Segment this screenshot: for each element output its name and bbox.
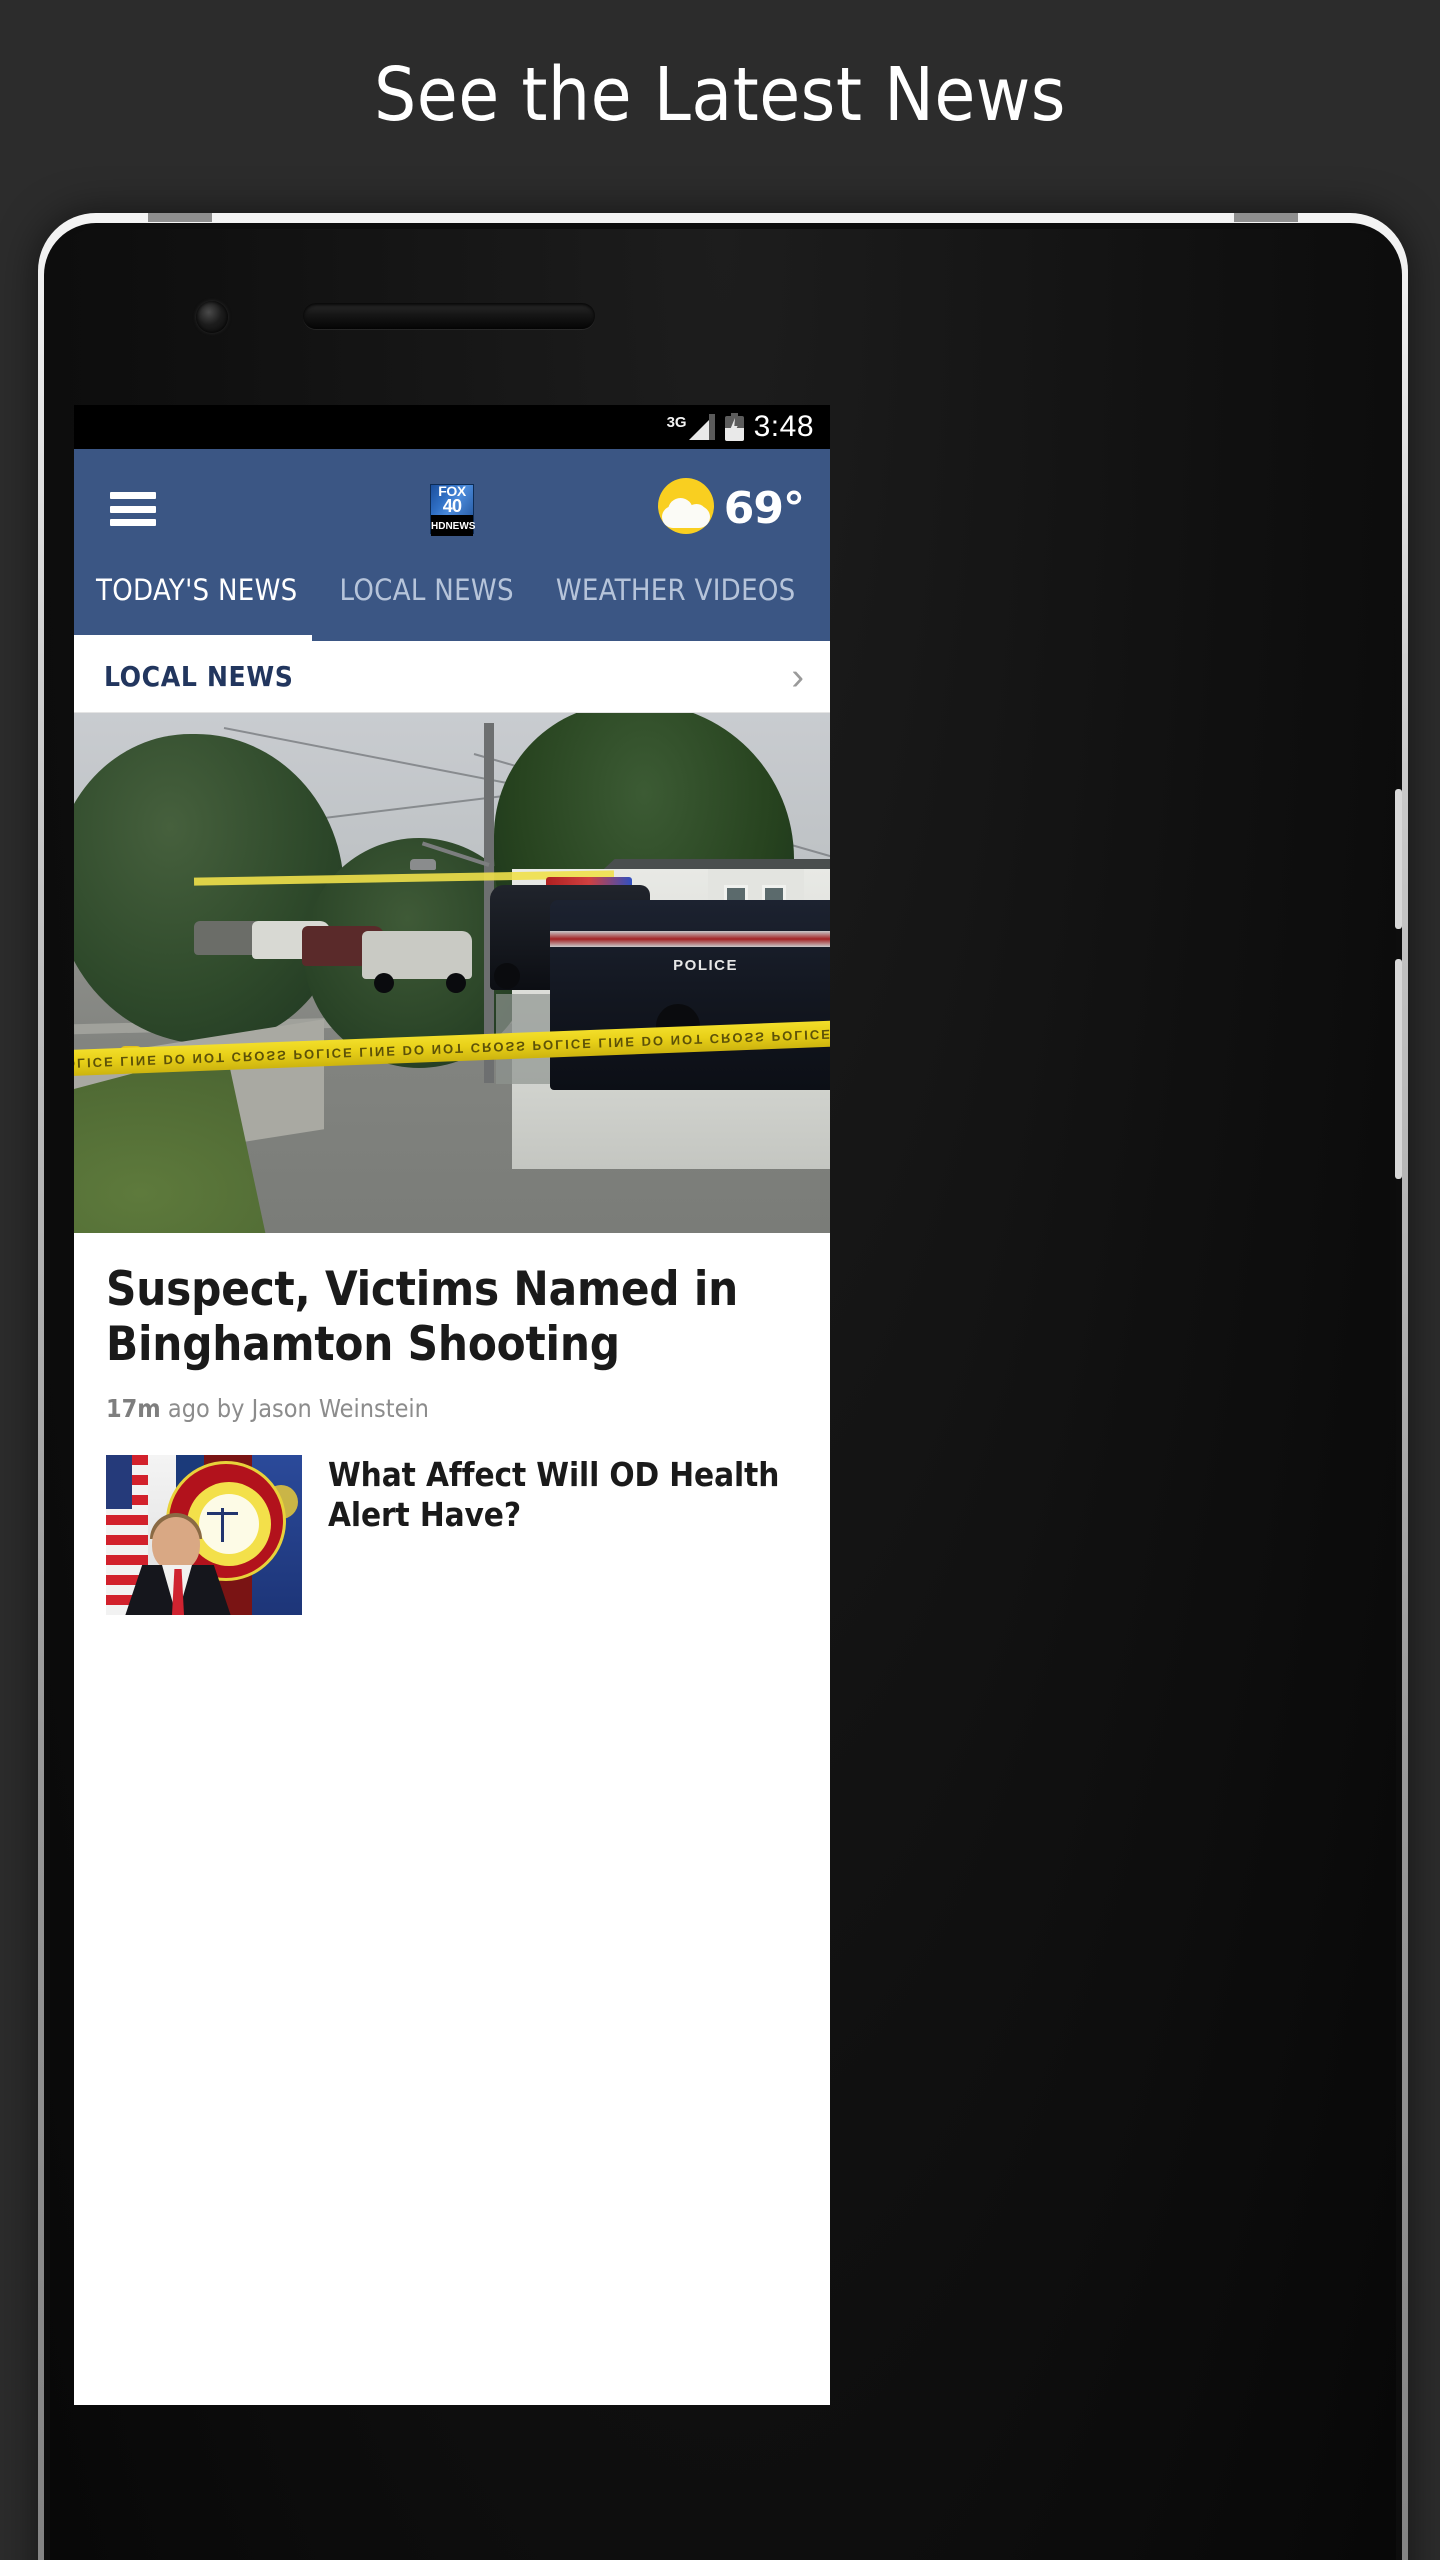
photo-van-stripe <box>550 931 830 948</box>
tab-bar[interactable]: TODAY'S NEWS LOCAL NEWS WEATHER VIDEOS N… <box>74 569 830 641</box>
hamburger-menu-icon[interactable] <box>110 492 156 526</box>
article-ago-word: ago by <box>167 1394 245 1424</box>
phone-screen: 3G 3:48 FOX 40 HDNEWS 69° TODAY'S NEWS L… <box>74 405 830 2405</box>
chevron-right-icon[interactable]: › <box>791 658 804 696</box>
photo-car-wheel <box>374 973 394 993</box>
featured-article-title: Suspect, Victims Named in Binghamton Sho… <box>106 1262 739 1372</box>
section-header-local-news[interactable]: LOCAL NEWS › <box>74 641 830 713</box>
featured-article-image[interactable]: POLICE POLICE LINE DO NOT CROSS POLICE L… <box>74 713 830 1233</box>
tab-local-news[interactable]: LOCAL NEWS <box>340 569 542 641</box>
section-title: LOCAL NEWS <box>104 660 294 693</box>
app-header: FOX 40 HDNEWS 69° <box>74 449 830 569</box>
photo-streetlamp <box>410 859 436 870</box>
network-type-label: 3G <box>666 414 687 431</box>
article-thumbnail <box>106 1455 302 1616</box>
sun-behind-cloud-icon <box>657 478 720 540</box>
featured-article[interactable]: Suspect, Victims Named in Binghamton Sho… <box>74 1233 830 1424</box>
battery-charging-icon <box>724 413 744 441</box>
article-author: Jason Weinstein <box>251 1394 429 1424</box>
photo-car-wheel <box>446 973 466 993</box>
phone-side-button-volume-down[interactable] <box>1395 959 1402 1179</box>
photo-cruiser-wheel <box>494 962 520 989</box>
phone-front-glass: 3G 3:48 FOX 40 HDNEWS 69° TODAY'S NEWS L… <box>50 229 1402 2560</box>
weather-temperature: 69° <box>723 483 805 534</box>
thumb-speaker-head <box>152 1517 200 1572</box>
tab-label: WEATHER VIDEOS <box>555 573 796 607</box>
photo-van-police-label: POLICE <box>673 957 738 975</box>
phone-mockup: 3G 3:48 FOX 40 HDNEWS 69° TODAY'S NEWS L… <box>38 213 1408 2560</box>
signal-indicator: 3G <box>667 414 715 440</box>
phone-side-button-volume-up[interactable] <box>1395 789 1402 929</box>
article-time-ago: 17m <box>106 1394 161 1424</box>
tab-label: LOCAL NEWS <box>339 573 514 607</box>
logo-40-text: 40 <box>442 496 462 517</box>
scales-of-justice-icon <box>207 1508 238 1543</box>
phone-antenna-nub-left <box>148 213 212 222</box>
phone-antenna-nub-right <box>1234 213 1298 222</box>
tab-label: TODAY'S NEWS <box>96 573 298 607</box>
status-bar-clock: 3:48 <box>753 410 814 443</box>
front-camera-icon <box>196 301 228 333</box>
photo-police-van <box>550 900 830 1091</box>
tab-todays-news[interactable]: TODAY'S NEWS <box>74 569 326 641</box>
phone-body: 3G 3:48 FOX 40 HDNEWS 69° TODAY'S NEWS L… <box>44 223 1402 2560</box>
fox40-logo[interactable]: FOX 40 HDNEWS <box>430 484 476 537</box>
signal-bars-icon <box>688 414 715 440</box>
list-item-title: What Affect Will OD Health Alert Have? <box>328 1455 780 1534</box>
earpiece-speaker <box>303 303 595 329</box>
page-title: See the Latest News <box>373 52 1066 138</box>
featured-article-meta: 17m ago by Jason Weinstein <box>106 1394 798 1423</box>
list-item[interactable]: What Affect Will OD Health Alert Have? <box>74 1423 830 1616</box>
weather-widget[interactable]: 69° <box>657 478 805 540</box>
android-status-bar: 3G 3:48 <box>74 405 830 449</box>
logo-hdnews-text: HDNEWS <box>431 521 476 533</box>
tab-weather-videos[interactable]: WEATHER VIDEOS <box>556 569 824 641</box>
